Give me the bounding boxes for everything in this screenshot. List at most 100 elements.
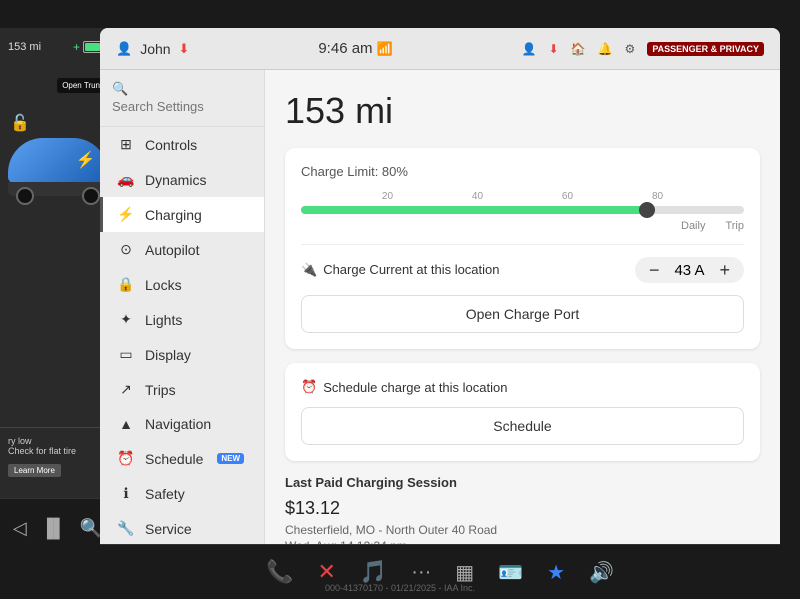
sidebar-item-controls[interactable]: ⊞ Controls (100, 127, 264, 162)
taskbar-music-icon[interactable]: 🎵 (360, 559, 387, 585)
lock-icon[interactable]: 🔓 (10, 113, 30, 133)
range-display: 153 mi (285, 90, 760, 132)
plug-icon: 🔌 (301, 262, 317, 278)
charge-slider-track[interactable] (301, 206, 744, 214)
trips-icon: ↗ (117, 381, 135, 398)
sidebar-label-controls: Controls (145, 137, 197, 153)
battery-fill (85, 43, 100, 51)
locks-icon: 🔒 (117, 276, 135, 293)
taskbar-x-icon[interactable]: ✕ (317, 559, 335, 585)
sidebar-label-autopilot: Autopilot (145, 242, 199, 258)
search-input[interactable] (112, 99, 252, 114)
sidebar: 🔍 ⊞ Controls 🚗 Dynamics ⚡ Charging ⊙ Aut… (100, 70, 265, 558)
taskbar-volume-icon[interactable]: 🔊 (589, 560, 614, 585)
sidebar-item-navigation[interactable]: ▲ Navigation (100, 407, 264, 441)
sidebar-item-autopilot[interactable]: ⊙ Autopilot (100, 232, 264, 267)
taskbar-bluetooth-icon[interactable]: ★ (547, 560, 565, 585)
download-icon: ⬇ (179, 41, 190, 57)
charging-icon: ⚡ (117, 206, 135, 223)
charge-limit-label: Charge Limit: 80% (301, 164, 744, 179)
settings-icon-top[interactable]: ⚙ (625, 42, 636, 56)
sidebar-item-safety[interactable]: ℹ Safety (100, 476, 264, 511)
status-bar: 👤 John ⬇ 9:46 am 📶 👤 ⬇ 🏠 🔔 ⚙ PASSENGER &… (100, 28, 780, 70)
taskbar-phone-icon[interactable]: 📞 (266, 559, 293, 585)
sidebar-item-locks[interactable]: 🔒 Locks (100, 267, 264, 302)
trip-label: Trip (725, 220, 744, 232)
slider-labels: 20 40 60 80 (301, 191, 744, 202)
bell-icon[interactable]: 🔔 (598, 42, 613, 56)
new-badge: NEW (217, 453, 244, 464)
slider-fill (301, 206, 655, 214)
sidebar-label-safety: Safety (145, 486, 185, 502)
warning-text: ry lowCheck for flat tire (8, 436, 107, 456)
media-prev-icon[interactable]: ◁ (13, 518, 27, 539)
main-screen: 👤 John ⬇ 9:46 am 📶 👤 ⬇ 🏠 🔔 ⚙ PASSENGER &… (100, 28, 780, 558)
sidebar-label-schedule: Schedule (145, 451, 203, 467)
sidebar-item-charging[interactable]: ⚡ Charging (100, 197, 264, 232)
schedule-icon: ⏰ (117, 450, 135, 467)
sidebar-item-trips[interactable]: ↗ Trips (100, 372, 264, 407)
warning-bar: ry lowCheck for flat tire Learn More (0, 427, 115, 486)
navigation-icon: ▲ (117, 416, 135, 432)
amp-increase-button[interactable]: + (719, 261, 730, 279)
status-bar-right: 👤 ⬇ 🏠 🔔 ⚙ PASSENGER & PRIVACY (522, 42, 764, 56)
autopilot-icon: ⊙ (117, 241, 135, 258)
last-session-title: Last Paid Charging Session (285, 475, 760, 490)
slider-thumb (639, 202, 655, 218)
schedule-button[interactable]: Schedule (301, 407, 744, 445)
amp-decrease-button[interactable]: − (649, 261, 660, 279)
profile-icon[interactable]: 👤 (522, 42, 537, 56)
display-icon: ▭ (117, 346, 135, 363)
charge-current-label: 🔌 Charge Current at this location (301, 262, 500, 278)
content-panel: 153 mi Charge Limit: 80% 20 40 60 80 (265, 70, 780, 558)
search-icon-sidebar: 🔍 (112, 81, 128, 96)
footer-text: 000-41370170 - 01/21/2025 - IAA Inc. (0, 583, 800, 593)
sidebar-item-display[interactable]: ▭ Display (100, 337, 264, 372)
sidebar-item-service[interactable]: 🔧 Service (100, 511, 264, 546)
user-icon: 👤 (116, 41, 132, 57)
range-display-small: 153 mi (8, 41, 41, 53)
search-bar[interactable]: 🔍 (100, 70, 264, 127)
amp-control[interactable]: − 43 A + (635, 257, 744, 283)
service-icon: 🔧 (117, 520, 135, 537)
taskbar-card-icon[interactable]: 🪪 (498, 560, 523, 585)
time-display: 9:46 am (318, 40, 372, 57)
sidebar-item-dynamics[interactable]: 🚗 Dynamics (100, 162, 264, 197)
search-icon[interactable]: 🔍 (80, 518, 102, 539)
home-icon[interactable]: 🏠 (571, 42, 586, 56)
session-location: Chesterfield, MO - North Outer 40 Road (285, 523, 760, 537)
charge-icon: + (73, 40, 80, 54)
taskbar-grid-icon[interactable]: ▦ (455, 560, 474, 585)
charge-current-row: 🔌 Charge Current at this location − 43 A… (301, 257, 744, 283)
daily-label: Daily (681, 220, 705, 232)
sidebar-label-display: Display (145, 347, 191, 363)
schedule-card: ⏰ Schedule charge at this location Sched… (285, 363, 760, 461)
media-pause-icon[interactable]: ▐▌ (40, 518, 66, 539)
controls-icon: ⊞ (117, 136, 135, 153)
signal-icon: 📶 (377, 41, 393, 57)
vehicle-top-bar: 153 mi + (0, 36, 115, 58)
safety-icon: ℹ (117, 485, 135, 502)
sidebar-item-schedule[interactable]: ⏰ Schedule NEW (100, 441, 264, 476)
amp-value: 43 A (669, 262, 709, 279)
lights-icon: ✦ (117, 311, 135, 328)
notification-icon[interactable]: ⬇ (549, 42, 559, 56)
open-charge-port-button[interactable]: Open Charge Port (301, 295, 744, 333)
sidebar-label-charging: Charging (145, 207, 202, 223)
schedule-header: ⏰ Schedule charge at this location (301, 379, 744, 395)
sidebar-item-lights[interactable]: ✦ Lights (100, 302, 264, 337)
vehicle-bottom-controls: ◁ ▐▌ 🔍 (0, 498, 115, 558)
sidebar-label-service: Service (145, 521, 192, 537)
user-name: John (140, 41, 170, 57)
status-bar-center: 9:46 am 📶 (318, 40, 392, 57)
sidebar-label-lights: Lights (145, 312, 182, 328)
daily-trip-labels: Daily Trip (301, 220, 744, 232)
taskbar-dots-icon[interactable]: ··· (411, 561, 431, 584)
sidebar-label-dynamics: Dynamics (145, 172, 206, 188)
dynamics-icon: 🚗 (117, 171, 135, 188)
charge-card: Charge Limit: 80% 20 40 60 80 Daily Trip (285, 148, 760, 349)
main-content: 🔍 ⊞ Controls 🚗 Dynamics ⚡ Charging ⊙ Aut… (100, 70, 780, 558)
learn-more-button[interactable]: Learn More (8, 464, 61, 477)
divider (301, 244, 744, 245)
vehicle-panel: 153 mi + 🔓 Open Trunk ⚡ ry lowCheck for … (0, 28, 115, 558)
